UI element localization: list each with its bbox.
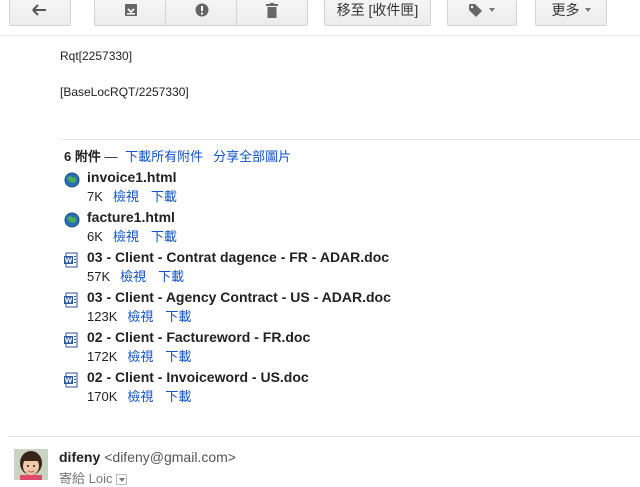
recipients-line: 寄給 Loic [59, 468, 128, 487]
attachment-name[interactable]: 02 - Client - Invoiceword - US.doc [87, 369, 309, 385]
word-doc-icon: W [64, 332, 78, 348]
sender-email: <difeny@gmail.com> [104, 449, 236, 465]
download-link[interactable]: 下載 [158, 269, 184, 284]
avatar-photo-icon [14, 449, 48, 480]
archive-icon [124, 4, 137, 16]
view-link[interactable]: 檢視 [127, 349, 153, 364]
sender-name[interactable]: difeny [59, 449, 100, 465]
sender-line: difeny <difeny@gmail.com> [59, 449, 236, 465]
view-link[interactable]: 檢視 [120, 269, 146, 284]
move-to-label: 移至 [收件匣] [336, 2, 419, 18]
word-doc-icon: W [64, 292, 78, 308]
attachment-size: 123K [87, 309, 118, 324]
attachments-header: 6 附件 — 下載所有附件 分享全部圖片 [64, 146, 291, 165]
more-button[interactable]: 更多 [535, 0, 607, 26]
view-link[interactable]: 檢視 [127, 389, 153, 404]
word-doc-icon: W [64, 372, 78, 388]
attachment-size: 7K [87, 189, 103, 204]
back-button[interactable] [9, 0, 71, 26]
archive-button[interactable] [94, 0, 166, 26]
attachment-name[interactable]: invoice1.html [87, 169, 176, 185]
avatar[interactable] [14, 449, 48, 480]
move-to-inbox-button[interactable]: 移至 [收件匣] [324, 0, 431, 26]
delete-button[interactable] [236, 0, 308, 26]
svg-text:W: W [65, 377, 73, 385]
trash-icon [266, 2, 278, 18]
download-all-link[interactable]: 下載所有附件 [125, 149, 203, 164]
attachment-name[interactable]: facture1.html [87, 209, 175, 225]
attachment-name[interactable]: 02 - Client - Factureword - FR.doc [87, 329, 310, 345]
back-arrow-icon [32, 4, 46, 16]
share-all-images-link[interactable]: 分享全部圖片 [213, 149, 291, 164]
download-link[interactable]: 下載 [151, 229, 177, 244]
download-link[interactable]: 下載 [165, 389, 191, 404]
divider [60, 139, 640, 140]
attachment-size: 6K [87, 229, 103, 244]
report-spam-icon [195, 3, 208, 17]
divider [8, 436, 640, 437]
svg-text:W: W [65, 297, 73, 305]
view-link[interactable]: 檢視 [113, 229, 139, 244]
more-label: 更多 [551, 2, 580, 18]
toolbar: 移至 [收件匣] 更多 [0, 0, 640, 36]
labels-button[interactable] [447, 0, 517, 26]
attachment-size: 57K [87, 269, 111, 284]
attachment-name[interactable]: 03 - Client - Agency Contract - US - ADA… [87, 289, 391, 305]
svg-text:W: W [65, 257, 73, 265]
download-link[interactable]: 下載 [151, 189, 177, 204]
html-file-icon [64, 212, 80, 228]
attachment-size: 172K [87, 349, 118, 364]
recipients-text: 寄給 Loic [59, 471, 113, 486]
html-file-icon [64, 172, 80, 188]
attachment-name[interactable]: 03 - Client - Contrat dagence - FR - ADA… [87, 249, 389, 265]
svg-text:W: W [65, 337, 73, 345]
message-line: [BaseLocRQT/2257330] [60, 85, 189, 99]
download-link[interactable]: 下載 [165, 309, 191, 324]
chevron-down-icon [584, 8, 591, 12]
view-link[interactable]: 檢視 [113, 189, 139, 204]
chevron-down-icon [489, 8, 495, 12]
word-doc-icon: W [64, 252, 78, 268]
message-line: Rqt[2257330] [60, 49, 133, 63]
download-link[interactable]: 下載 [165, 349, 191, 364]
report-spam-button[interactable] [165, 0, 237, 26]
attachment-size: 170K [87, 389, 118, 404]
view-link[interactable]: 檢視 [127, 309, 153, 324]
separator: — [100, 149, 122, 164]
label-tag-icon [469, 3, 482, 17]
attachment-count: 6 附件 [64, 149, 101, 164]
